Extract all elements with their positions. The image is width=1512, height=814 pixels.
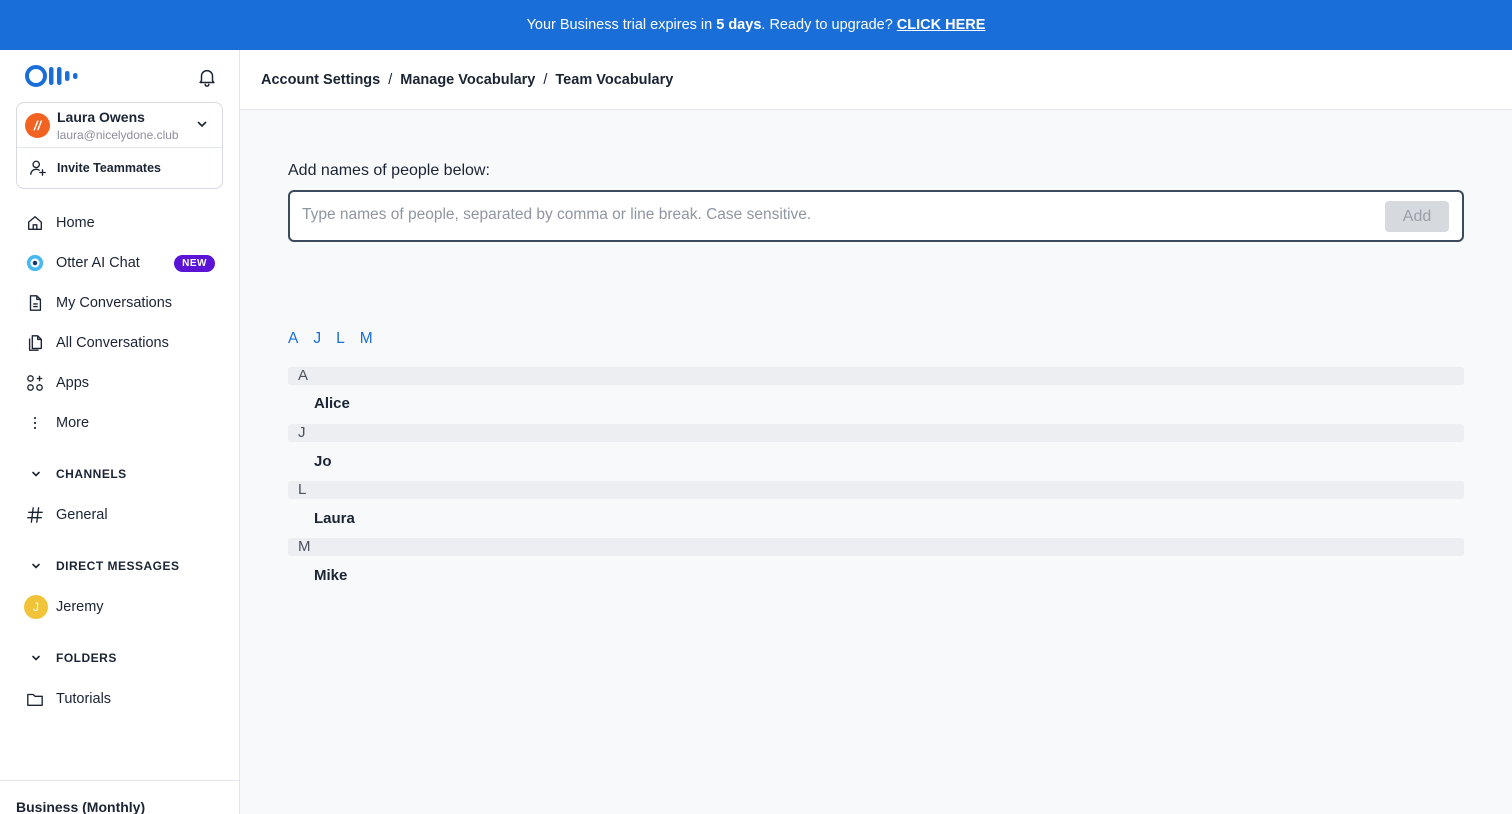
account-name: Laura Owens bbox=[57, 109, 145, 125]
document-icon bbox=[29, 295, 42, 311]
banner-days: 5 days bbox=[716, 17, 762, 33]
add-names-label: Add names of people below: bbox=[288, 162, 490, 179]
list-item[interactable]: Alice bbox=[314, 395, 350, 412]
nav-my-conversations[interactable]: My Conversations bbox=[16, 286, 223, 320]
nav-home[interactable]: Home bbox=[16, 206, 223, 240]
account-avatar: // bbox=[25, 113, 50, 138]
main-content: Account Settings / Manage Vocabulary / T… bbox=[240, 50, 1512, 814]
sidebar: // Laura Owens laura@nicelydone.club Inv… bbox=[0, 50, 240, 814]
breadcrumb-separator: / bbox=[543, 71, 548, 88]
direct-messages-title: DIRECT MESSAGES bbox=[56, 559, 180, 573]
new-badge: NEW bbox=[174, 255, 215, 272]
folders-section-toggle[interactable]: FOLDERS bbox=[16, 646, 223, 670]
nav-label: More bbox=[56, 415, 90, 431]
list-item[interactable]: Mike bbox=[314, 567, 347, 584]
breadcrumb-account-settings[interactable]: Account Settings bbox=[261, 72, 380, 88]
chevron-down-icon bbox=[32, 655, 40, 661]
dm-label: Jeremy bbox=[56, 599, 104, 615]
add-button[interactable]: Add bbox=[1385, 201, 1449, 232]
chevron-down-icon bbox=[197, 121, 207, 128]
breadcrumb: Account Settings / Manage Vocabulary / T… bbox=[240, 50, 1512, 110]
breadcrumb-manage-vocabulary[interactable]: Manage Vocabulary bbox=[400, 72, 535, 88]
avatar: J bbox=[24, 595, 48, 619]
otter-chat-icon bbox=[26, 254, 44, 272]
dm-jeremy[interactable]: J Jeremy bbox=[16, 590, 223, 624]
letter-index-l[interactable]: L bbox=[336, 330, 345, 348]
channels-title: CHANNELS bbox=[56, 467, 127, 481]
channel-label: General bbox=[56, 507, 108, 523]
channels-section-toggle[interactable]: CHANNELS bbox=[16, 462, 223, 486]
chevron-down-icon bbox=[32, 563, 40, 569]
trial-banner: Your Business trial expires in 5 days. R… bbox=[0, 0, 1512, 50]
letter-index: A J L M bbox=[288, 330, 388, 348]
documents-icon bbox=[28, 335, 42, 351]
nav-otter-ai-chat[interactable]: Otter AI Chat NEW bbox=[16, 246, 223, 280]
direct-messages-section-toggle[interactable]: DIRECT MESSAGES bbox=[16, 554, 223, 578]
banner-text-post: . Ready to upgrade? bbox=[761, 17, 893, 33]
folders-title: FOLDERS bbox=[56, 651, 117, 665]
group-header-a: A bbox=[288, 367, 1464, 385]
bell-icon[interactable] bbox=[196, 66, 218, 88]
apps-icon bbox=[27, 375, 43, 391]
add-names-box: Add bbox=[288, 190, 1464, 242]
account-email: laura@nicelydone.club bbox=[57, 128, 179, 142]
letter-index-a[interactable]: A bbox=[288, 330, 298, 348]
chevron-down-icon bbox=[32, 471, 40, 477]
nav-label: Home bbox=[56, 215, 95, 231]
letter-index-m[interactable]: M bbox=[360, 330, 373, 348]
group-header-m: M bbox=[288, 538, 1464, 556]
otter-logo[interactable] bbox=[25, 65, 85, 87]
nav-apps[interactable]: Apps bbox=[16, 366, 223, 400]
nav-label: Apps bbox=[56, 375, 90, 391]
list-item[interactable]: Jo bbox=[314, 453, 332, 470]
list-item[interactable]: Laura bbox=[314, 510, 355, 527]
home-icon bbox=[28, 216, 42, 230]
folder-tutorials[interactable]: Tutorials bbox=[16, 682, 223, 716]
invite-teammates-button[interactable]: Invite Teammates bbox=[17, 148, 222, 188]
nav-label: My Conversations bbox=[56, 295, 173, 311]
hash-icon bbox=[27, 507, 43, 523]
folder-icon bbox=[27, 693, 43, 706]
group-header-j: J bbox=[288, 424, 1464, 442]
nav-all-conversations[interactable]: All Conversations bbox=[16, 326, 223, 360]
breadcrumb-separator: / bbox=[388, 71, 393, 88]
account-switcher[interactable]: // Laura Owens laura@nicelydone.club bbox=[17, 103, 222, 148]
add-names-input[interactable] bbox=[302, 200, 1372, 230]
letter-index-j[interactable]: J bbox=[313, 330, 321, 348]
banner-text-pre: Your Business trial expires in bbox=[526, 17, 713, 33]
nav-label: Otter AI Chat bbox=[56, 255, 140, 271]
more-vertical-icon bbox=[33, 416, 37, 430]
add-user-icon bbox=[30, 160, 46, 176]
plan-label[interactable]: Business (Monthly) bbox=[0, 780, 239, 814]
group-header-l: L bbox=[288, 481, 1464, 499]
nav-label: All Conversations bbox=[56, 335, 169, 351]
nav-more[interactable]: More bbox=[16, 406, 223, 440]
invite-label: Invite Teammates bbox=[57, 161, 161, 175]
account-card: // Laura Owens laura@nicelydone.club Inv… bbox=[16, 102, 223, 189]
breadcrumb-team-vocabulary: Team Vocabulary bbox=[555, 71, 674, 88]
folder-label: Tutorials bbox=[56, 691, 112, 707]
upgrade-link[interactable]: CLICK HERE bbox=[897, 17, 986, 33]
channel-general[interactable]: General bbox=[16, 498, 223, 532]
